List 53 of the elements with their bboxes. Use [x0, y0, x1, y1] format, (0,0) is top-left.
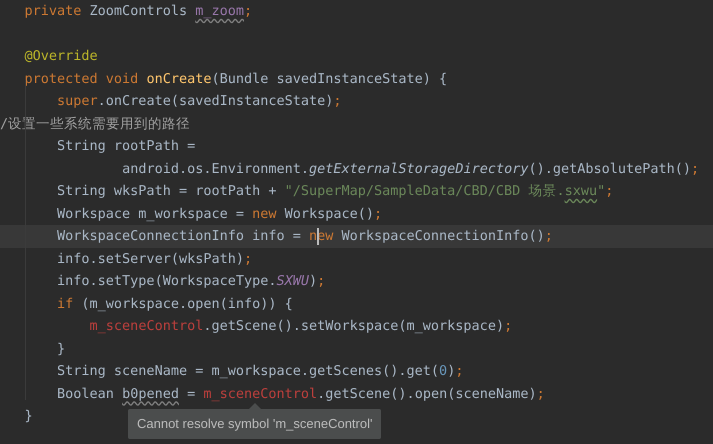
semicolon: ; [244, 250, 252, 268]
code-text: info.setServer(wksPath) [57, 250, 244, 268]
code-text: (Bundle savedInstanceState) { [211, 70, 448, 88]
unresolved-symbol: m_sceneControl [203, 384, 318, 404]
semicolon: ; [244, 2, 252, 21]
semicolon: ; [605, 182, 614, 201]
semicolon: ; [536, 384, 545, 404]
annotation: @Override [24, 47, 98, 66]
code-text: String rootPath = [57, 137, 196, 156]
code-text: } [24, 407, 33, 426]
code-text: Boolean [57, 384, 115, 404]
code-text: Workspace() [284, 204, 374, 224]
keyword: if [57, 294, 74, 314]
string-literal: sxwu [564, 182, 598, 201]
code-text: String sceneName = m_workspace.getScenes().get( [57, 362, 440, 381]
semicolon: ; [504, 317, 512, 336]
code-text: info.setType(WorkspaceType. [57, 272, 276, 291]
semicolon: ; [333, 92, 342, 111]
field-name: m_zoom [195, 2, 244, 21]
string-literal: " [597, 182, 606, 201]
code-text: android.os.Environment. [122, 160, 310, 178]
keyword: protected void [24, 70, 140, 88]
error-tooltip: Cannot resolve symbol 'm_sceneControl' [128, 409, 382, 439]
code-text: ().getAbsolutePath() [528, 160, 692, 178]
code-text: ZoomControls [88, 2, 188, 21]
code-text: WorkspaceConnectionInfo() [340, 227, 545, 246]
code-text: ) [447, 362, 456, 381]
variable-name: b0pened [122, 384, 179, 404]
method-name: onCreate [146, 70, 212, 88]
code-text: WorkspaceConnectionInfo info = [57, 227, 302, 246]
code-text: Workspace m_workspace = [57, 204, 245, 224]
code-text: .onCreate(savedInstanceState) [98, 92, 334, 111]
semicolon: ; [691, 160, 700, 178]
code-text: } [57, 340, 66, 358]
semicolon: ; [455, 362, 464, 381]
code-text: .getScene().setWorkspace(m_workspace) [203, 317, 504, 336]
code-text: .getScene().open(sceneName) [317, 384, 537, 404]
keyword: super [57, 92, 98, 111]
unresolved-symbol: m_sceneControl [90, 317, 204, 336]
semicolon: ; [374, 204, 382, 224]
semicolon: ; [544, 227, 553, 246]
tooltip-pointer [249, 403, 261, 409]
method-call: getExternalStorageDirectory [309, 160, 528, 178]
keyword: private [24, 2, 82, 21]
number-literal: 0 [439, 362, 448, 381]
semicolon: ; [317, 272, 326, 291]
code-text: ) [309, 272, 318, 291]
code-text: = [186, 384, 196, 404]
code-text: String wksPath = rootPath + [57, 182, 278, 201]
constant: SXWU [276, 272, 309, 291]
keyword: new [252, 204, 276, 224]
string-literal: "/SuperMap/SampleData/CBD/CBD 场景. [284, 182, 565, 201]
code-text: (m_workspace.open(info)) { [80, 294, 293, 314]
